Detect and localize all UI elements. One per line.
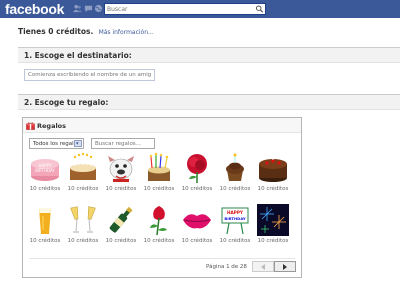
lips-kiss-icon [183,214,211,229]
step2-title: 2. Escoge tu regalo: [24,98,109,107]
gifts-panel: Regalos Todos los regalos HAPPY BIRTHDAY… [22,117,302,278]
gifts-panel-title: Regalos [37,122,67,130]
page-indicator: Página 1 de 28 [206,264,247,270]
friends-icon[interactable] [73,4,82,13]
gift-search-input[interactable] [91,138,155,149]
gift-price: 10 créditos [67,186,99,192]
svg-text:BIRTHDAY: BIRTHDAY [35,168,55,173]
gift-price: 10 créditos [219,186,251,192]
gift-price: 10 créditos [105,186,137,192]
gift-item[interactable]: 10 créditos [103,152,139,198]
next-page-button[interactable] [274,261,296,272]
arrow-left-icon [261,264,265,270]
champagne-bottle-icon [109,206,133,233]
gift-item[interactable]: 10 créditos [255,204,291,250]
fireworks-icon [257,204,289,236]
svg-text:HAPPY: HAPPY [227,210,244,215]
arrow-right-icon [283,264,287,270]
gift-price: 10 créditos [219,238,251,244]
pager-divider [29,258,295,259]
beer-icon [39,208,51,234]
gift-item[interactable]: 10 créditos [179,152,215,198]
gift-price: 10 créditos [29,186,61,192]
gift-item[interactable]: 10 créditos [217,152,253,198]
more-info-link[interactable]: Más información... [99,29,154,36]
gift-item[interactable]: HAPPY BIRTHDAY 10 créditos [27,152,63,198]
candles-cake-icon [70,152,96,180]
gift-item[interactable]: 10 créditos [65,204,101,250]
gift-price: 10 créditos [105,238,137,244]
gift-item[interactable]: 10 créditos [141,152,177,198]
gift-item[interactable]: 10 créditos [27,204,63,250]
gift-price: 10 créditos [181,186,213,192]
facebook-logo[interactable]: facebook [5,1,64,17]
party-cake-icon [148,152,170,181]
gift-item[interactable]: 10 créditos [179,204,215,250]
happy-birthday-cake-icon: HAPPY BIRTHDAY [31,159,59,181]
recipient-input[interactable] [24,69,155,81]
gift-price: 10 créditos [143,238,175,244]
gift-price: 10 créditos [67,238,99,244]
chevron-down-icon[interactable] [74,140,82,147]
step2-header: 2. Escoge tu regalo: [18,94,400,110]
champagne-glasses-icon [70,206,96,233]
happy-birthday-sign-icon: HAPPY BIRTHDAY [221,207,249,235]
top-bar: facebook [0,0,400,18]
cupcake-icon [226,153,244,181]
gifts-panel-header: Regalos [23,118,301,133]
chocolate-cake-icon [259,154,287,182]
credits-line: Tienes 0 créditos. Más información... [18,27,154,36]
gift-item[interactable]: 10 créditos [103,204,139,250]
gift-item[interactable]: 10 créditos [141,204,177,250]
bulldog-icon [108,156,134,182]
search-input[interactable] [107,4,247,14]
credits-balance: Tienes 0 créditos. [18,27,94,36]
search-box[interactable] [104,3,266,15]
gift-box-icon [26,122,35,130]
previous-page-button[interactable] [252,261,274,272]
search-magnifier-icon[interactable] [255,5,264,13]
gift-price: 10 créditos [181,238,213,244]
category-selected-value: Todos los regalos [33,140,80,147]
globe-notifications-icon[interactable] [94,4,103,13]
step1-title: 1. Escoge el destinatario: [24,51,132,60]
step1-header: 1. Escoge el destinatario: [18,47,400,63]
gift-price: 10 créditos [257,186,289,192]
gift-price: 10 créditos [257,238,289,244]
gift-price: 10 créditos [29,238,61,244]
gift-price: 10 créditos [143,186,175,192]
rose-bud-icon [150,206,167,236]
category-dropdown[interactable]: Todos los regalos [29,138,84,149]
gift-item[interactable]: 10 créditos [65,152,101,198]
gift-item[interactable]: 10 créditos [255,152,291,198]
red-rose-icon [187,154,207,183]
messages-icon[interactable] [84,4,93,13]
svg-text:BIRTHDAY: BIRTHDAY [224,216,246,221]
gift-item[interactable]: HAPPY BIRTHDAY 10 créditos [217,204,253,250]
